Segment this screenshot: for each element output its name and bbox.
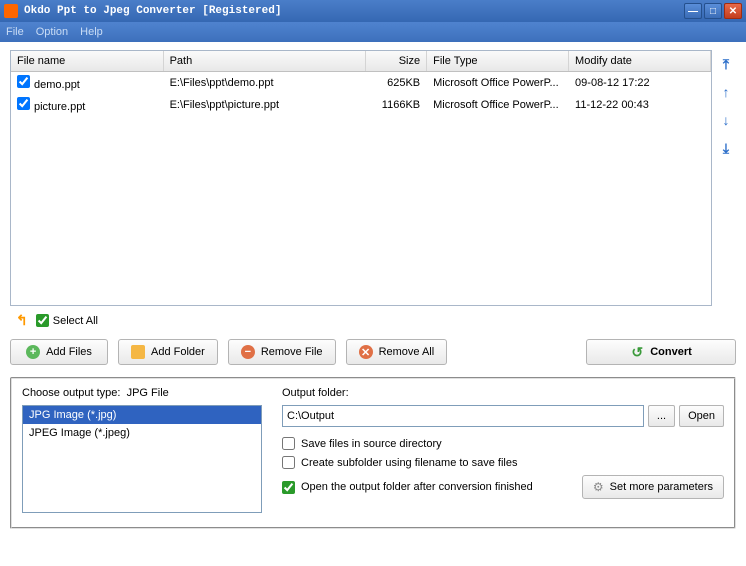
browse-button[interactable]: ... xyxy=(648,405,675,427)
menu-file[interactable]: File xyxy=(6,26,24,38)
table-row[interactable]: demo.pptE:\Files\ppt\demo.ppt625KBMicros… xyxy=(11,72,711,95)
convert-icon: ↺ xyxy=(630,345,644,359)
maximize-button[interactable]: □ xyxy=(704,3,722,19)
menu-help[interactable]: Help xyxy=(80,26,103,38)
window-title: Okdo Ppt to Jpeg Converter [Registered] xyxy=(24,5,684,17)
set-more-parameters-button[interactable]: ⚙ Set more parameters xyxy=(582,475,724,499)
plus-icon: + xyxy=(26,345,40,359)
remove-file-button[interactable]: − Remove File xyxy=(228,339,336,365)
title-bar: Okdo Ppt to Jpeg Converter [Registered] … xyxy=(0,0,746,22)
col-path[interactable]: Path xyxy=(163,51,366,72)
save-in-source-checkbox[interactable] xyxy=(282,437,295,450)
menu-bar: File Option Help xyxy=(0,22,746,42)
output-type-option[interactable]: JPG Image (*.jpg) xyxy=(23,406,261,424)
output-folder-label: Output folder: xyxy=(282,387,724,399)
move-up-button[interactable]: ↑ xyxy=(718,84,734,100)
select-all-checkbox[interactable]: Select All xyxy=(36,314,98,327)
col-size[interactable]: Size xyxy=(366,51,427,72)
move-top-button[interactable]: ⤒ xyxy=(718,56,734,72)
table-row[interactable]: picture.pptE:\Files\ppt\picture.ppt1166K… xyxy=(11,94,711,116)
move-down-button[interactable]: ↓ xyxy=(718,112,734,128)
output-folder-input[interactable] xyxy=(282,405,644,427)
col-filename[interactable]: File name xyxy=(11,51,163,72)
folder-icon xyxy=(131,345,145,359)
file-checkbox[interactable] xyxy=(17,97,30,110)
remove-all-button[interactable]: ✕ Remove All xyxy=(346,339,448,365)
menu-option[interactable]: Option xyxy=(36,26,68,38)
open-after-checkbox[interactable] xyxy=(282,481,295,494)
minus-icon: − xyxy=(241,345,255,359)
app-logo-icon xyxy=(4,4,18,18)
up-folder-icon[interactable]: ↰ xyxy=(16,312,28,329)
convert-button[interactable]: ↺ Convert xyxy=(586,339,736,365)
output-type-list[interactable]: JPG Image (*.jpg)JPEG Image (*.jpeg) xyxy=(22,405,262,513)
gear-icon: ⚙ xyxy=(593,480,604,494)
add-files-button[interactable]: + Add Files xyxy=(10,339,108,365)
move-bottom-button[interactable]: ⤓ xyxy=(718,140,734,156)
open-folder-button[interactable]: Open xyxy=(679,405,724,427)
reorder-controls: ⤒ ↑ ↓ ⤓ xyxy=(716,50,736,306)
col-date[interactable]: Modify date xyxy=(569,51,711,72)
file-checkbox[interactable] xyxy=(17,75,30,88)
col-filetype[interactable]: File Type xyxy=(427,51,569,72)
add-folder-button[interactable]: Add Folder xyxy=(118,339,218,365)
x-icon: ✕ xyxy=(359,345,373,359)
close-button[interactable]: ✕ xyxy=(724,3,742,19)
choose-type-label: Choose output type: JPG File xyxy=(22,387,262,399)
output-type-option[interactable]: JPEG Image (*.jpeg) xyxy=(23,424,261,442)
create-subfolder-checkbox[interactable] xyxy=(282,456,295,469)
minimize-button[interactable]: — xyxy=(684,3,702,19)
file-list[interactable]: File name Path Size File Type Modify dat… xyxy=(10,50,712,306)
